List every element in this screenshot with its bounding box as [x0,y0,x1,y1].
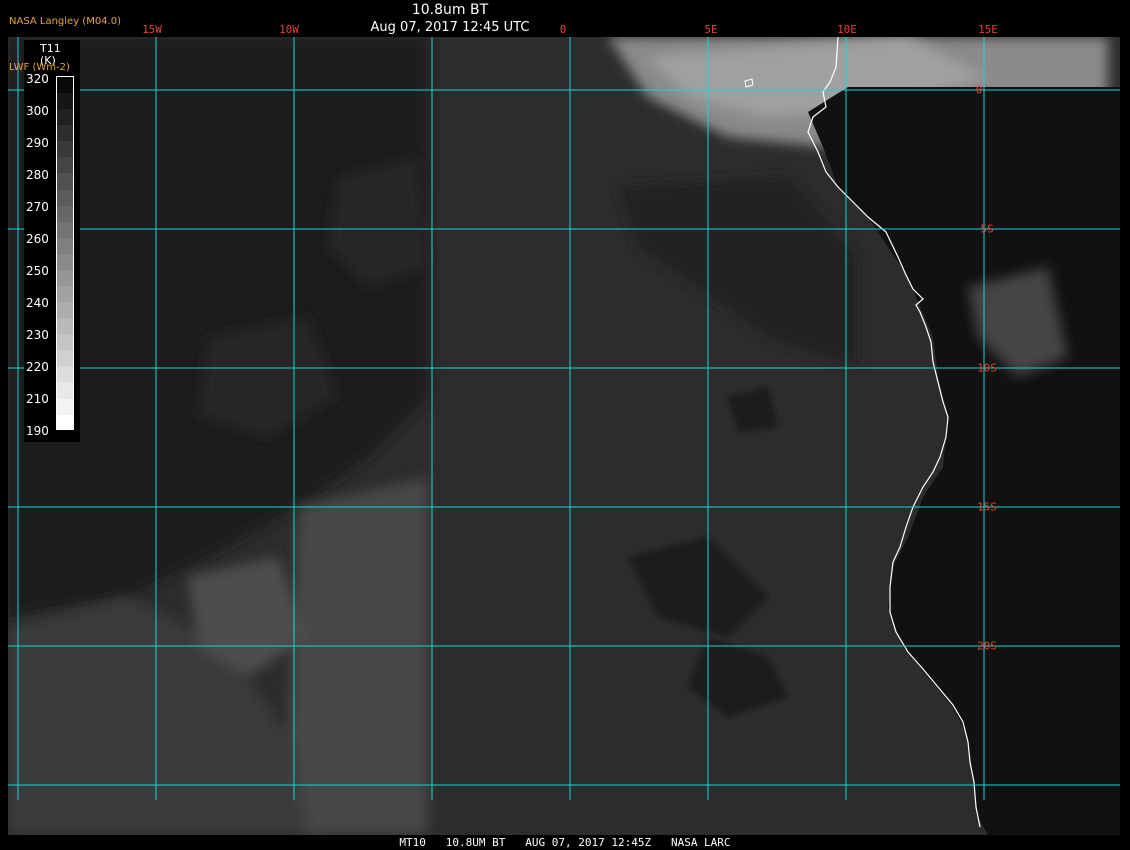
legend-color-step [57,398,73,415]
legend-color-step [57,189,73,206]
image-datetime: Aug 07, 2017 12:45 UTC [370,20,530,35]
lon-label-15e: 15E [978,23,998,36]
legend-color-step [57,109,73,126]
lon-label-10e: 10E [837,23,857,36]
legend-color-step [57,157,73,174]
legend-tick: 250 [26,264,49,278]
legend-color-step [57,205,73,222]
legend-tick: 260 [26,232,49,246]
legend-color-step [57,414,73,429]
lat-label-0: 0 [975,83,983,97]
legend-color-step [57,253,73,270]
legend-tick: 320 [26,72,49,86]
legend-color-step [57,334,73,351]
legend-tick: 220 [26,360,49,374]
lon-label-10w: 10W [279,23,299,36]
legend-tick: 290 [26,136,49,150]
legend-color-step [57,318,73,335]
legend-color-step [57,382,73,399]
lat-label-10s: 10S [977,361,997,375]
legend-color-step [57,269,73,287]
legend-color-step [57,302,73,319]
image-title: 10.8um BT [411,2,489,18]
lon-label-0: 0 [559,23,567,36]
legend-tick: 240 [26,296,49,310]
legend-color-step [57,125,73,142]
lon-label-15w: 15W [142,23,162,36]
legend-color-step [57,286,73,303]
legend-color-step [57,221,73,238]
legend-color-step [57,93,73,110]
lat-label-20s: 20S [977,639,997,653]
legend-color-step [57,173,73,190]
legend-color-step [57,350,73,367]
legend-color-bar [56,76,74,430]
legend-tick: 230 [26,328,49,342]
legend-color-step [57,237,73,254]
legend-tick: 280 [26,168,49,182]
footer-caption: MT10 10.8UM BT AUG 07, 2017 12:45Z NASA … [399,836,731,849]
lon-label-5e: 5E [704,23,718,36]
lat-label-5s: 5S [980,222,994,236]
legend-tick: 300 [26,104,49,118]
lat-label-15s: 15S [977,500,997,514]
satellite-map[interactable] [8,37,1120,835]
legend-color-step [57,366,73,383]
legend-tick: 210 [26,392,49,406]
legend-tick: 190 [26,424,49,438]
legend-color-step [57,77,73,94]
legend-color-step [57,141,73,158]
legend-tick: 270 [26,200,49,214]
